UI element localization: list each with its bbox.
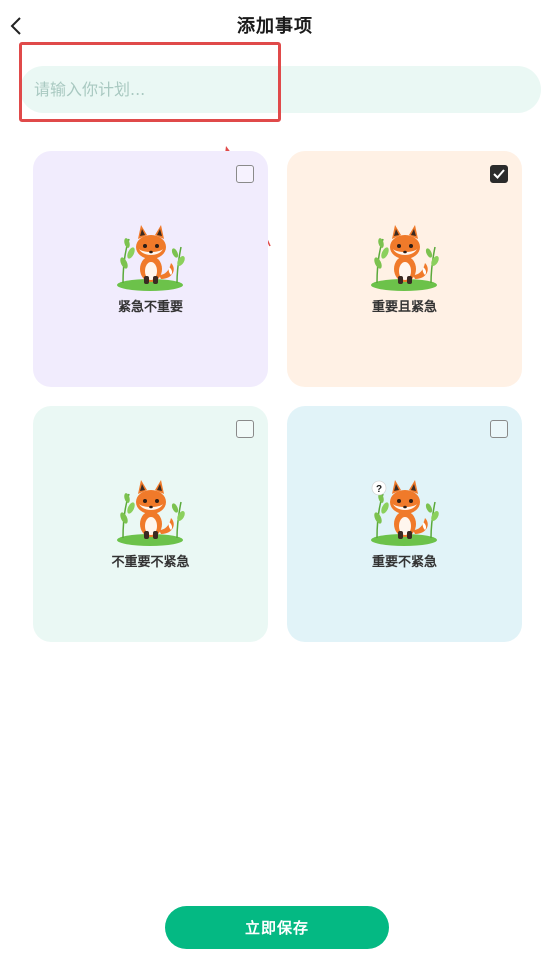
fox-illustration-icon (117, 225, 185, 291)
quadrant-checkbox[interactable] (236, 420, 254, 438)
page-title: 添加事项 (237, 16, 313, 37)
quadrant-label: 不重要不紧急 (111, 555, 190, 570)
quadrant-checkbox[interactable] (236, 165, 254, 183)
plan-input[interactable] (20, 66, 541, 113)
checkmark-icon (493, 169, 505, 179)
fox-illustration-icon (371, 225, 439, 291)
quadrant-card[interactable]: ? 重要不紧急 (287, 406, 522, 642)
quadrant-checkbox[interactable] (490, 420, 508, 438)
fox-illustration-icon: ? (371, 480, 439, 546)
question-mark-text: ? (376, 484, 382, 495)
save-button[interactable]: 立即保存 (165, 906, 389, 949)
quadrant-card[interactable]: 重要且紧急 (287, 151, 522, 387)
quadrant-label: 重要不紧急 (371, 555, 437, 570)
quadrant-label: 紧急不重要 (117, 300, 183, 315)
header-bar: 添加事项 (0, 0, 550, 52)
plan-input-container (20, 66, 541, 113)
quadrant-card[interactable]: 紧急不重要 (33, 151, 268, 387)
quadrant-card[interactable]: 不重要不紧急 (33, 406, 268, 642)
fox-illustration-icon (117, 480, 185, 546)
quadrant-label: 重要且紧急 (371, 300, 437, 315)
quadrant-checkbox[interactable] (490, 165, 508, 183)
